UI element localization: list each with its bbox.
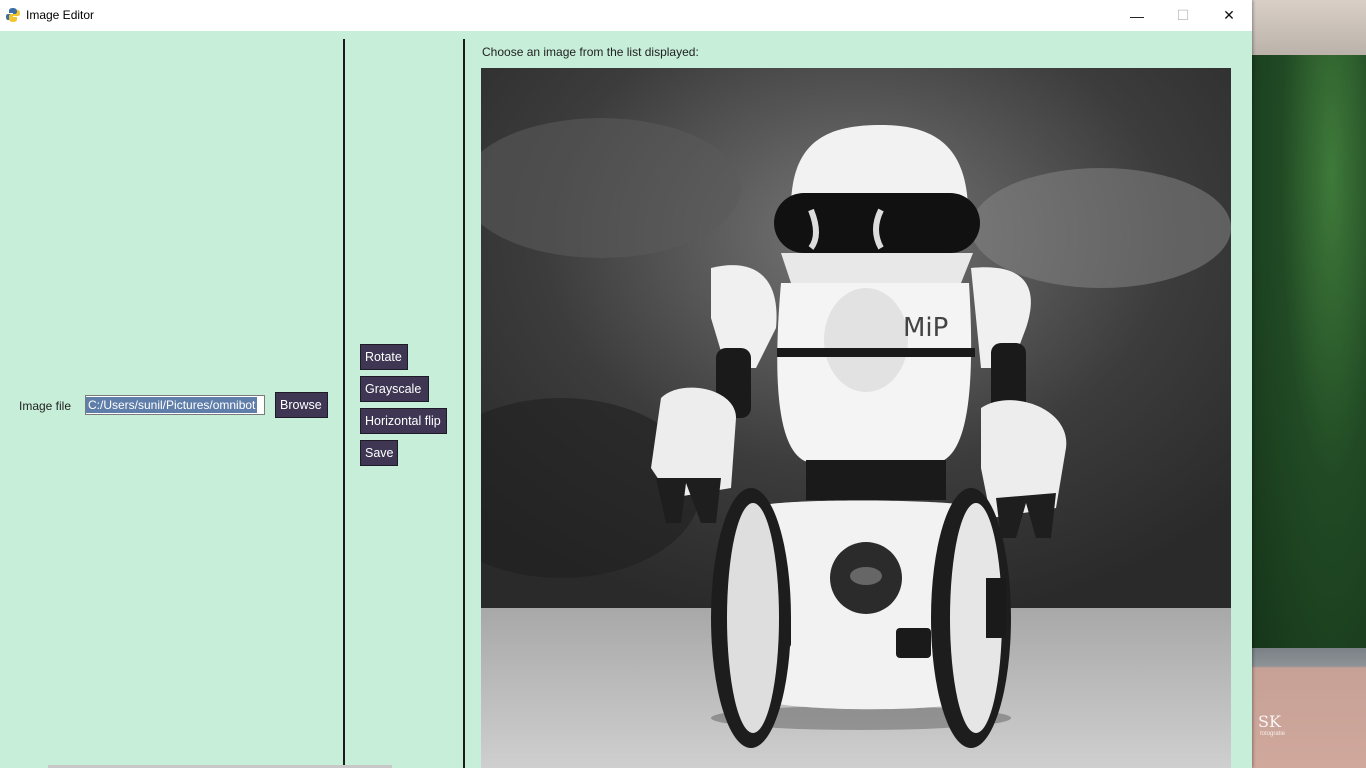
save-button[interactable]: Save bbox=[360, 440, 398, 466]
browse-button[interactable]: Browse bbox=[275, 392, 328, 418]
minimize-button[interactable]: — bbox=[1114, 0, 1160, 31]
rotate-button[interactable]: Rotate bbox=[360, 344, 408, 370]
image-preview: MiP bbox=[481, 68, 1231, 768]
image-editor-window: Image Editor — ☐ ✕ Image file C:/Users/s… bbox=[0, 0, 1252, 768]
title-bar[interactable]: Image Editor — ☐ ✕ bbox=[0, 0, 1252, 32]
robot-photo: MiP bbox=[481, 68, 1231, 768]
horizontal-flip-button[interactable]: Horizontal flip bbox=[360, 408, 447, 434]
wallpaper-logo: SK bbox=[1258, 712, 1281, 731]
wallpaper-building bbox=[1252, 648, 1366, 768]
grayscale-button[interactable]: Grayscale bbox=[360, 376, 429, 402]
client-area: Image file C:/Users/sunil/Pictures/omnib… bbox=[0, 31, 1252, 768]
image-file-label: Image file bbox=[19, 399, 72, 413]
image-prompt: Choose an image from the list displayed: bbox=[482, 45, 699, 59]
image-path-input[interactable]: C:/Users/sunil/Pictures/omnibot bbox=[85, 395, 265, 415]
image-path-value: C:/Users/sunil/Pictures/omnibot bbox=[86, 397, 258, 413]
minimize-icon: — bbox=[1130, 7, 1144, 24]
close-icon: ✕ bbox=[1223, 7, 1235, 23]
panel-divider-right bbox=[463, 39, 465, 768]
close-button[interactable]: ✕ bbox=[1206, 0, 1252, 31]
wallpaper-logo-subtext: fotografie bbox=[1260, 731, 1286, 737]
python-icon bbox=[6, 8, 20, 22]
robot-badge: MiP bbox=[903, 313, 948, 343]
maximize-button[interactable]: ☐ bbox=[1160, 0, 1206, 31]
panel-divider-left bbox=[343, 39, 345, 768]
maximize-icon: ☐ bbox=[1176, 7, 1190, 23]
wallpaper-hill bbox=[1252, 55, 1366, 655]
window-title: Image Editor bbox=[26, 8, 95, 22]
